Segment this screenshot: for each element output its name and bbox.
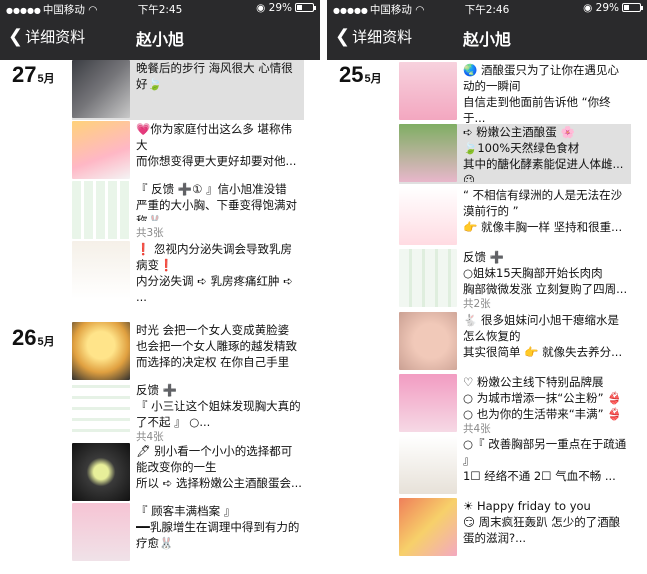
- status-bar: ●●●●● 中国移动 ◠ 下午2:45 ◉ 29%: [0, 0, 320, 17]
- post-text: ❗ 忽视内分泌失调会导致乳房病变❗ 内分泌失调 ➪ 乳房疼痛红肿 ➪ ...: [136, 242, 293, 304]
- post-thumbnail: [399, 436, 457, 494]
- status-bar: ●●●●● 中国移动 ◠ 下午2:46 ◉ 29%: [327, 0, 647, 17]
- post-thumbnail: [399, 124, 457, 182]
- post-text: 时光 会把一个女人变成黄脸婆 也会把一个女人雕琢的越发精致 而选择的决定权 在你…: [136, 323, 297, 369]
- post-thumbnail: [72, 503, 130, 561]
- post-item[interactable]: 💗你为家庭付出这么多 堪称伟大 而你想变得更大更好却要对他...: [72, 121, 304, 181]
- post-item[interactable]: 🖋 别小看一个小小的选择都可能改变你的一生 所以 ➪ 选择粉嫩公主酒酿蛋会...: [72, 443, 304, 503]
- post-thumbnail: [399, 62, 457, 120]
- post-item[interactable]: ♡ 粉嫩公主线下特别品牌展 ○ 为城市增添一抹“公主粉” 👙 ○ 也为你的生活带…: [399, 374, 631, 435]
- top-bar: ●●●●● 中国移动 ◠ 下午2:46 ◉ 29% ❮ 详细资料 赵小旭: [327, 0, 647, 60]
- post-item[interactable]: 晚餐后的步行 海风很大 心情很好🍃: [72, 60, 304, 120]
- nav-bar: ❮ 详细资料 赵小旭: [327, 17, 647, 60]
- post-item[interactable]: 『 顾客丰满档案 』 ━━乳腺增生在调理中得到有力的疗愈🐰: [72, 503, 304, 563]
- post-thumbnail: [72, 60, 130, 118]
- post-text: 反馈 ➕ 『 小三让这个姐妹发现胸大真的了不起 』 ○...: [136, 383, 301, 428]
- alarm-icon: ◉: [256, 2, 266, 14]
- screen-divider: [320, 0, 327, 574]
- post-text: 『 反馈 ➕① 』信小旭准没错 严重的大小胸、下垂变得饱满对称🐰: [136, 182, 297, 221]
- right-phone-screen: ●●●●● 中国移动 ◠ 下午2:46 ◉ 29% ❮ 详细资料 赵小旭 255月 …: [327, 0, 647, 574]
- post-thumbnail: [72, 181, 130, 239]
- post-thumbnail: [399, 187, 457, 245]
- post-text: ☀ Happy friday to you 😏 周末疯狂轰趴 怎少的了酒酿蛋的滋…: [463, 499, 621, 545]
- page-title: 赵小旭: [135, 30, 184, 49]
- post-thumbnail: [399, 249, 457, 307]
- post-item[interactable]: ○『 改善胸部另一重点在于疏通 』 1☐ 经络不通 2☐ 气血不畅 ...: [399, 436, 631, 496]
- battery-icon: [622, 3, 643, 12]
- nav-bar: ❮ 详细资料 赵小旭: [0, 17, 320, 60]
- post-thumbnail: [72, 382, 130, 440]
- image-count: 共2张: [463, 298, 491, 310]
- post-thumbnail: [399, 498, 457, 556]
- post-item[interactable]: ❗ 忽视内分泌失调会导致乳房病变❗ 内分泌失调 ➪ 乳房疼痛红肿 ➪ ...: [72, 241, 304, 304]
- post-item[interactable]: 『 反馈 ➕① 』信小旭准没错 严重的大小胸、下垂变得饱满对称🐰 共3张: [72, 181, 304, 241]
- image-count: 共4张: [463, 423, 491, 435]
- post-text: 🐇 很多姐妹问小旭干瘪缩水是怎么恢复的 其实很简单 👉 就像失去养分...: [463, 313, 623, 359]
- post-text: 🖋 别小看一个小小的选择都可能改变你的一生 所以 ➪ 选择粉嫩公主酒酿蛋会...: [136, 444, 302, 490]
- post-item[interactable]: 🐇 很多姐妹问小旭干瘪缩水是怎么恢复的 其实很简单 👉 就像失去养分...: [399, 312, 631, 372]
- battery-icon: [295, 3, 316, 12]
- post-thumbnail: [399, 312, 457, 370]
- post-text: 『 顾客丰满档案 』 ━━乳腺增生在调理中得到有力的疗愈🐰: [136, 504, 300, 550]
- alarm-icon: ◉: [583, 2, 593, 14]
- post-item[interactable]: ☀ Happy friday to you 😏 周末疯狂轰趴 怎少的了酒酿蛋的滋…: [399, 498, 631, 558]
- date-label: 265月: [12, 325, 55, 350]
- page-title: 赵小旭: [462, 30, 511, 49]
- post-text: ○『 改善胸部另一重点在于疏通 』 1☐ 经络不通 2☐ 气血不畅 ...: [463, 437, 627, 483]
- top-bar: ●●●●● 中国移动 ◠ 下午2:45 ◉ 29% ❮ 详细资料 赵小旭: [0, 0, 320, 60]
- post-text: ➪ 粉嫩公主酒酿蛋 🌸 🍃100%天然绿色食材 其中的醣化酵素能促进人体雌...…: [463, 125, 624, 182]
- post-item[interactable]: 反馈 ➕ ○姐妹15天胸部开始长肉肉 胸部微微发涨 立刻复购了四周... 共2张: [399, 249, 631, 310]
- post-item[interactable]: 反馈 ➕ 『 小三让这个姐妹发现胸大真的了不起 』 ○... 共4张: [72, 382, 304, 443]
- post-item[interactable]: 时光 会把一个女人变成黄脸婆 也会把一个女人雕琢的越发精致 而选择的决定权 在你…: [72, 322, 304, 382]
- post-text: 🌏 酒酿蛋只为了让你在遇见心动的一瞬间 自信走到他面前告诉他 “你终于...: [463, 63, 619, 125]
- image-count: 共3张: [136, 227, 164, 239]
- date-label: 255月: [339, 62, 382, 87]
- battery-status: ◉ 29%: [583, 2, 643, 14]
- post-text: 反馈 ➕ ○姐妹15天胸部开始长肉肉 胸部微微发涨 立刻复购了四周...: [463, 250, 628, 295]
- battery-status: ◉ 29%: [256, 2, 316, 14]
- post-thumbnail: [72, 241, 130, 299]
- post-item[interactable]: ➪ 粉嫩公主酒酿蛋 🌸 🍃100%天然绿色食材 其中的醣化酵素能促进人体雌...…: [399, 124, 631, 184]
- date-label: 275月: [12, 62, 55, 87]
- post-item[interactable]: 🌏 酒酿蛋只为了让你在遇见心动的一瞬间 自信走到他面前告诉他 “你终于...: [399, 62, 631, 125]
- post-text: 💗你为家庭付出这么多 堪称伟大 而你想变得更大更好却要对他...: [136, 122, 297, 168]
- post-text: “ 不相信有绿洲的人是无法在沙漠前行的 ” 👉 就像丰胸一样 坚持和很重...: [463, 188, 623, 234]
- left-phone-screen: ●●●●● 中国移动 ◠ 下午2:45 ◉ 29% ❮ 详细资料 赵小旭 275月 …: [0, 0, 320, 574]
- post-text: 晚餐后的步行 海风很大 心情很好🍃: [136, 61, 293, 91]
- post-thumbnail: [72, 322, 130, 380]
- post-thumbnail: [72, 121, 130, 179]
- post-text: ♡ 粉嫩公主线下特别品牌展 ○ 为城市增添一抹“公主粉” 👙 ○ 也为你的生活带…: [463, 375, 622, 421]
- post-thumbnail: [399, 374, 457, 432]
- image-count: 共4张: [136, 431, 164, 443]
- post-item[interactable]: “ 不相信有绿洲的人是无法在沙漠前行的 ” 👉 就像丰胸一样 坚持和很重...: [399, 187, 631, 247]
- post-thumbnail: [72, 443, 130, 501]
